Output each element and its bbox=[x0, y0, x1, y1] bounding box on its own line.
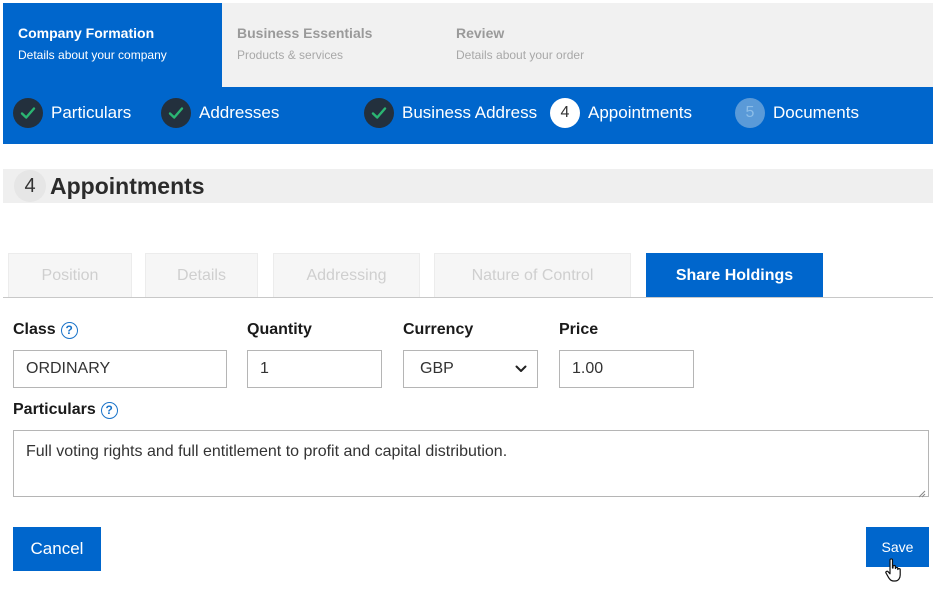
tab-addressing[interactable]: Addressing bbox=[273, 253, 420, 297]
quantity-label: Quantity bbox=[247, 321, 312, 338]
step-documents[interactable]: 5 Documents bbox=[735, 97, 859, 129]
stage-title: Business Essentials bbox=[237, 25, 373, 41]
stage-business-essentials[interactable]: Business Essentials Products & services bbox=[222, 3, 441, 87]
section-number: 4 bbox=[14, 170, 46, 202]
class-label-text: Class bbox=[13, 321, 56, 338]
step-progress-bar: Particulars Addresses Business Address 4… bbox=[3, 87, 933, 144]
step-label: Documents bbox=[773, 103, 859, 122]
step-label: Business Address bbox=[402, 103, 538, 122]
resize-handle-icon[interactable] bbox=[917, 485, 926, 498]
tab-share-holdings[interactable]: Share Holdings bbox=[646, 253, 823, 297]
chevron-down-icon bbox=[515, 360, 527, 378]
tab-details[interactable]: Details bbox=[145, 253, 258, 297]
currency-label: Currency bbox=[403, 321, 474, 338]
step-number: 5 bbox=[735, 98, 765, 128]
stage-title: Company Formation bbox=[18, 25, 155, 41]
stage-subtitle: Products & services bbox=[237, 48, 344, 62]
tab-nature-of-control[interactable]: Nature of Control bbox=[434, 253, 631, 297]
help-icon[interactable]: ? bbox=[60, 321, 78, 339]
stage-subtitle: Details about your company bbox=[18, 48, 167, 62]
price-label: Price bbox=[559, 321, 599, 338]
cancel-button[interactable]: Cancel bbox=[13, 527, 101, 571]
hand-cursor-icon bbox=[884, 557, 906, 583]
check-icon bbox=[13, 98, 43, 128]
stage-company-formation[interactable]: Company Formation Details about your com… bbox=[3, 3, 222, 87]
currency-select-value: GBP bbox=[420, 360, 454, 377]
step-business-address[interactable]: Business Address bbox=[364, 97, 537, 129]
page-title: Appointments bbox=[50, 172, 205, 199]
class-field[interactable]: ORDINARY bbox=[13, 350, 227, 388]
step-appointments[interactable]: 4 Appointments bbox=[550, 97, 692, 129]
step-particulars[interactable]: Particulars bbox=[13, 97, 131, 129]
quantity-field[interactable]: 1 bbox=[247, 350, 382, 388]
stage-title: Review bbox=[456, 25, 505, 41]
tab-bar: Position Details Addressing Nature of Co… bbox=[3, 253, 933, 298]
price-field[interactable]: 1.00 bbox=[559, 350, 694, 388]
step-label: Appointments bbox=[588, 103, 692, 122]
stage-review[interactable]: Review Details about your order bbox=[441, 3, 660, 87]
particulars-label: Particulars ? bbox=[13, 401, 118, 419]
check-icon bbox=[364, 98, 394, 128]
step-label: Particulars bbox=[51, 103, 132, 122]
particulars-textarea[interactable]: Full voting rights and full entitlement … bbox=[13, 430, 929, 498]
currency-select[interactable]: GBP bbox=[403, 350, 538, 388]
step-label: Addresses bbox=[199, 103, 280, 122]
step-addresses[interactable]: Addresses bbox=[161, 97, 279, 129]
step-number: 4 bbox=[550, 98, 580, 128]
stage-subtitle: Details about your order bbox=[456, 48, 585, 62]
help-icon[interactable]: ? bbox=[100, 401, 118, 419]
particulars-text: Full voting rights and full entitlement … bbox=[26, 443, 508, 460]
particulars-label-text: Particulars bbox=[13, 401, 96, 418]
class-label: Class ? bbox=[13, 321, 78, 339]
check-icon bbox=[161, 98, 191, 128]
stage-bar: Company Formation Details about your com… bbox=[3, 3, 933, 87]
section-header: 4 Appointments bbox=[3, 169, 933, 203]
tab-position[interactable]: Position bbox=[8, 253, 132, 297]
